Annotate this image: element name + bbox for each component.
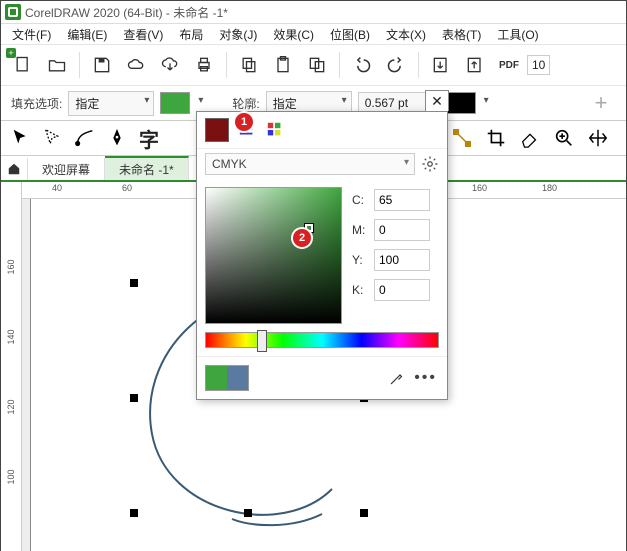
pan-tool-icon[interactable] (586, 126, 610, 150)
redo-button[interactable] (380, 49, 412, 81)
copy-button[interactable] (233, 49, 265, 81)
fill-option-select[interactable]: 指定 (68, 91, 154, 116)
selection-handle[interactable] (360, 509, 368, 517)
ruler-tick: 160 (6, 257, 16, 277)
hue-slider-thumb[interactable] (257, 330, 267, 352)
selection-handle[interactable] (130, 509, 138, 517)
c-label: C: (352, 193, 368, 207)
cloud-button[interactable] (120, 49, 152, 81)
settings-icon[interactable] (421, 155, 439, 173)
k-label: K: (352, 283, 368, 297)
home-tab[interactable] (1, 158, 28, 180)
pdf-export-button[interactable]: PDF (493, 49, 525, 81)
separator (226, 52, 227, 78)
open-button[interactable] (41, 49, 73, 81)
text-tool-icon[interactable]: 字 (137, 126, 161, 150)
menubar: 文件(F) 编辑(E) 查看(V) 布局 对象(J) 效果(C) 位图(B) 文… (1, 24, 626, 45)
shape-tool-icon[interactable] (73, 126, 97, 150)
fill-color-swatch[interactable] (160, 92, 190, 114)
fill-option-label: 填充选项: (11, 95, 62, 112)
separator (418, 52, 419, 78)
ruler-tick: 160 (472, 183, 487, 193)
ruler-tick: 120 (6, 397, 16, 417)
standard-toolbar: + PDF 10 (1, 45, 626, 86)
color-field[interactable] (205, 187, 342, 324)
more-options-icon[interactable]: ••• (412, 369, 439, 387)
y-label: Y: (352, 253, 368, 267)
eraser-tool-icon[interactable] (518, 126, 542, 150)
titlebar: CorelDRAW 2020 (64-Bit) - 未命名 -1* (1, 1, 626, 24)
separator (79, 52, 80, 78)
ruler-tick: 40 (52, 183, 62, 193)
old-new-swatch[interactable] (205, 365, 249, 391)
new-color (206, 366, 227, 390)
selection-handle[interactable] (130, 279, 138, 287)
duplicate-button[interactable] (301, 49, 333, 81)
menu-edit[interactable]: 编辑(E) (60, 24, 114, 45)
c-input[interactable] (374, 189, 430, 211)
undo-button[interactable] (346, 49, 378, 81)
k-input[interactable] (374, 279, 430, 301)
welcome-tab[interactable]: 欢迎屏幕 (28, 158, 105, 180)
color-picker-popover: ✕ CMYK C: M: Y: K: ••• (196, 111, 448, 400)
cmyk-inputs: C: M: Y: K: (352, 187, 439, 324)
separator (339, 52, 340, 78)
zoom-tool-icon[interactable] (552, 126, 576, 150)
pen-tool-icon[interactable] (105, 126, 129, 150)
outline-color-swatch[interactable] (446, 92, 476, 114)
selection-handle[interactable] (244, 509, 252, 517)
hue-slider[interactable] (205, 332, 439, 348)
page-shadow (22, 199, 30, 551)
app-icon (5, 4, 21, 20)
menu-file[interactable]: 文件(F) (5, 24, 58, 45)
add-preset-button[interactable]: + (586, 88, 616, 118)
color-model-select[interactable]: CMYK (205, 153, 415, 175)
annotation-badge-2: 2 (293, 229, 311, 247)
menu-effect[interactable]: 效果(C) (266, 24, 321, 45)
vertical-ruler[interactable]: 160 140 120 100 (1, 182, 22, 551)
menu-bitmap[interactable]: 位图(B) (323, 24, 377, 45)
cloud-down-button[interactable] (154, 49, 186, 81)
page-edge (30, 199, 31, 551)
pick-tool-icon[interactable] (9, 126, 33, 150)
crop-tool-icon[interactable] (484, 126, 508, 150)
old-color (227, 366, 248, 390)
freehand-pick-icon[interactable] (41, 126, 65, 150)
document-tab[interactable]: 未命名 -1* (105, 156, 189, 180)
save-button[interactable] (86, 49, 118, 81)
node-connect-icon[interactable] (450, 126, 474, 150)
menu-view[interactable]: 查看(V) (116, 24, 170, 45)
menu-object[interactable]: 对象(J) (212, 24, 264, 45)
y-input[interactable] (374, 249, 430, 271)
annotation-badge-1: 1 (235, 113, 253, 131)
outline-label: 轮廓: (232, 95, 259, 112)
ruler-tick: 140 (6, 327, 16, 347)
current-color-swatch[interactable] (205, 118, 229, 142)
close-button[interactable]: ✕ (425, 90, 449, 111)
m-input[interactable] (374, 219, 430, 241)
eyedropper-icon[interactable] (388, 369, 406, 387)
menu-text[interactable]: 文本(X) (379, 24, 433, 45)
print-button[interactable] (188, 49, 220, 81)
window-title: CorelDRAW 2020 (64-Bit) - 未命名 -1* (25, 4, 228, 21)
new-doc-button[interactable]: + (7, 49, 39, 81)
menu-tools[interactable]: 工具(O) (490, 24, 545, 45)
menu-table[interactable]: 表格(T) (435, 24, 488, 45)
palette-view-icon[interactable] (265, 120, 285, 140)
ruler-tick: 100 (6, 467, 16, 487)
paste-button[interactable] (267, 49, 299, 81)
import-button[interactable] (425, 49, 457, 81)
ruler-tick: 180 (542, 183, 557, 193)
menu-layout[interactable]: 布局 (172, 24, 210, 45)
ruler-tick: 60 (122, 183, 132, 193)
m-label: M: (352, 223, 368, 237)
zoom-value[interactable]: 10 (527, 55, 550, 75)
selection-handle[interactable] (130, 394, 138, 402)
export-button[interactable] (459, 49, 491, 81)
